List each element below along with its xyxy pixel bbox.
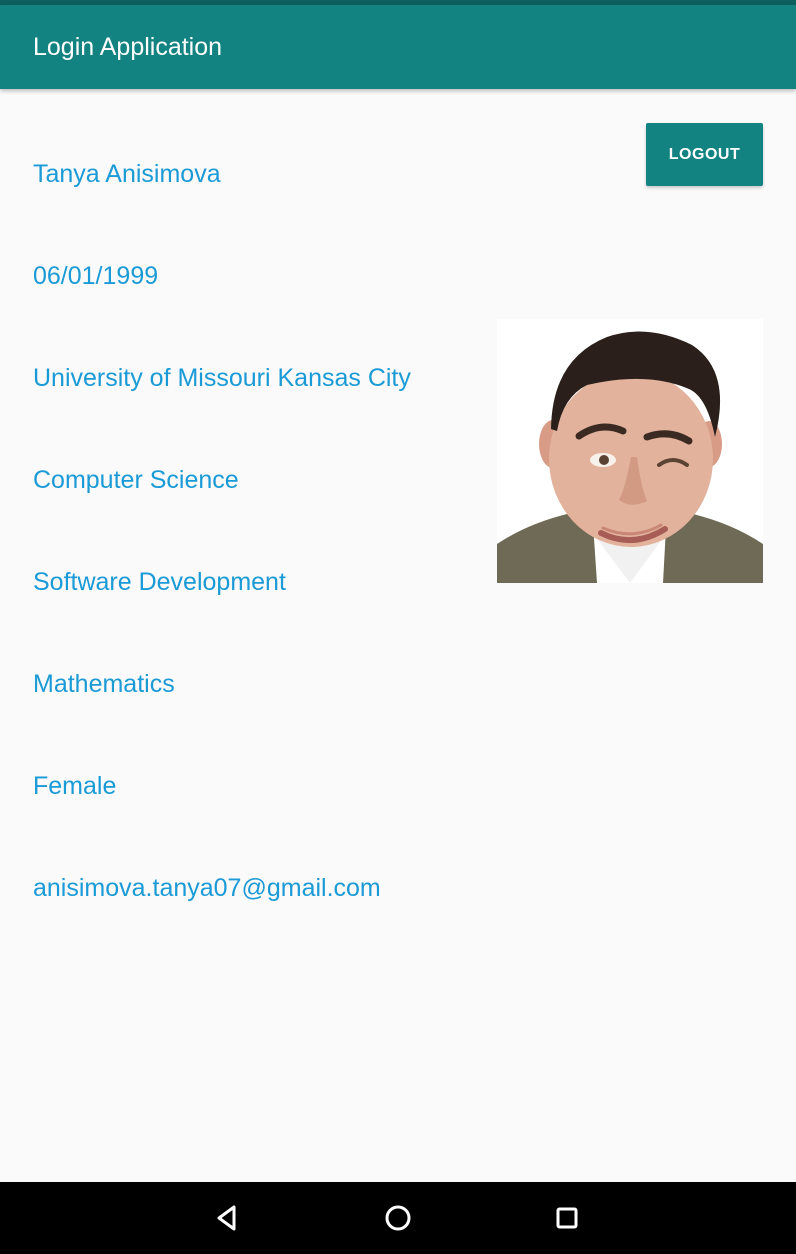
square-recents-icon[interactable]: [545, 1196, 589, 1240]
major-text: Computer Science: [33, 466, 239, 494]
gender-text: Female: [33, 772, 117, 800]
profile-photo-illustration: [497, 319, 763, 583]
app-title: Login Application: [33, 33, 223, 61]
triangle-back-icon[interactable]: [206, 1196, 250, 1240]
profile-screen: Login Application LOGOUT Tanya Anisimova…: [0, 0, 796, 1254]
app-bar: Login Application: [0, 5, 796, 89]
birth-date-text: 06/01/1999: [33, 262, 159, 290]
navigation-bar: [0, 1182, 796, 1254]
circle-home-icon[interactable]: [376, 1196, 420, 1240]
logout-button[interactable]: LOGOUT: [646, 123, 763, 186]
profile-photo: [497, 319, 763, 583]
minor-text: Mathematics: [33, 670, 175, 698]
university-text: University of Missouri Kansas City: [33, 364, 411, 392]
focus-text: Software Development: [33, 568, 286, 596]
email-text: anisimova.tanya07@gmail.com: [33, 874, 381, 902]
name-text: Tanya Anisimova: [33, 160, 221, 188]
